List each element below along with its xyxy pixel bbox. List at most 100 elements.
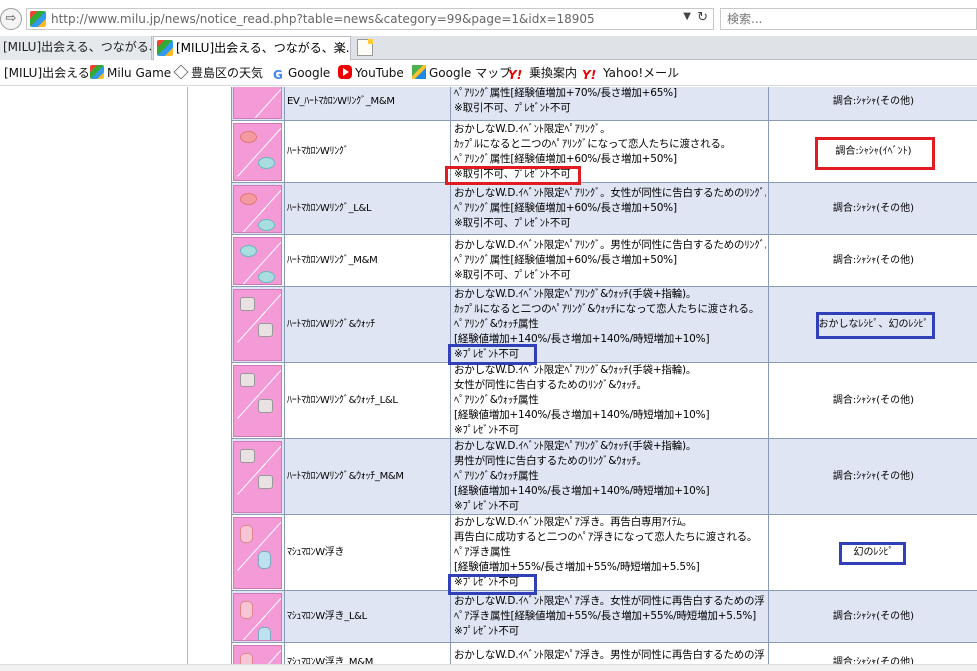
description-line: ※ﾌﾟﾚｾﾞﾝﾄ不可 [454,576,519,588]
tab-2-label: [MILU]出会える、つながる、楽... [176,41,351,55]
item-name: EV_ﾊｰﾄﾏｶﾛﾝWﾘﾝｸﾞ_M&M [284,87,451,121]
item-thumbnail-cell [231,438,285,515]
item-name: ﾊｰﾄﾏｶﾛﾝWﾘﾝｸﾞ&ｳｫｯﾁ_M&M [284,438,451,515]
horizontal-scrollbar[interactable] [0,664,977,671]
tab-1-label: [MILU]出会える、つながる、楽しめ... [3,40,151,54]
fav-yahoo-mail[interactable]: Y! Yahoo!メール [582,65,680,82]
tab-favicon [157,40,173,56]
search-input[interactable] [721,9,976,29]
fav-label: 乗換案内 [529,66,578,80]
url-field[interactable]: http://www.milu.jp/news/notice_read.php?… [26,8,714,30]
description-line: ﾍﾟｱﾘﾝｸﾞ&ｳｫｯﾁ属性 [454,318,539,330]
item-thumbnail-image [233,184,282,233]
description-line: ※取引不可、ﾌﾟﾚｾﾞﾝﾄ不可 [454,217,571,229]
fav-google[interactable]: G Google [273,65,330,82]
fav-label: [MILU]出会える [4,66,90,80]
item-thumbnail-image [233,592,282,641]
description-line: [経験値増加+140%/長さ増加+140%/時短増加+10%] [454,485,710,497]
item-name: ﾏｼｭﾏﾛﾝW浮き_L&L [284,590,451,643]
tab-2-active[interactable]: [MILU]出会える、つながる、楽... ✕ [153,36,351,60]
item-name: ﾏｼｭﾏﾛﾝW浮き [284,514,451,591]
description-line: おかしなW.D.ｲﾍﾞﾝﾄ限定ﾍﾟｱﾘﾝｸﾞ&ｳｫｯﾁ(手袋+指輪)。 [454,364,697,376]
description-line: ﾍﾟｱﾘﾝｸﾞ属性[経験値増加+70%/長さ増加+65%] [454,87,677,99]
page-viewport: EV_ﾊｰﾄﾏｶﾛﾝWﾘﾝｸﾞ_M&M ﾍﾟｱﾘﾝｸﾞ属性[経験値増加+70%/長… [0,87,977,671]
address-bar-row: ⇨ http://www.milu.jp/news/notice_read.ph… [0,0,977,36]
item-thumbnail-image [233,516,282,589]
description-line: ﾍﾟｱ浮き属性[経験値増加+55%/長さ増加+55%/時短増加+5.5%] [454,610,757,622]
item-description: おかしなW.D.ｲﾍﾞﾝﾄ限定ﾍﾟｱﾘﾝｸﾞ。女性が同性に告白するためのﾘﾝｸﾞ… [450,182,769,235]
description-line: おかしなW.D.ｲﾍﾞﾝﾄ限定ﾍﾟｱﾘﾝｸﾞ&ｳｫｯﾁ(手袋+指輪)。 [454,440,697,452]
table-row: ﾊｰﾄﾏｶﾛﾝWﾘﾝｸﾞ_L&L おかしなW.D.ｲﾍﾞﾝﾄ限定ﾍﾟｱﾘﾝｸﾞ。女… [231,182,977,235]
table-row: EV_ﾊｰﾄﾏｶﾛﾝWﾘﾝｸﾞ_M&M ﾍﾟｱﾘﾝｸﾞ属性[経験値増加+70%/長… [231,87,977,121]
item-name: ﾊｰﾄﾏｶﾛﾝWﾘﾝｸﾞ [284,120,451,183]
item-thumbnail-cell [231,120,285,183]
url-text: http://www.milu.jp/news/notice_read.php?… [51,12,595,26]
back-arrow-icon[interactable]: ⇨ [0,8,22,30]
item-thumbnail-image [233,87,282,119]
close-tab-icon[interactable]: ✕ [335,37,345,59]
fav-label: Milu Game [107,66,172,80]
item-thumbnail-cell [231,87,285,121]
reload-icon[interactable]: ↻ [697,10,708,25]
description-line: おかしなW.D.ｲﾍﾞﾝﾄ限定ﾍﾟｱﾘﾝｸﾞ&ｳｫｯﾁ(手袋+指輪)。 [454,288,697,300]
item-name: ﾊｰﾄﾏｶﾛﾝWﾘﾝｸﾞ_M&M [284,234,451,287]
yahoo-icon: Y! [508,68,523,82]
table-row: ﾊｰﾄﾏｶﾛﾝWﾘﾝｸﾞ おかしなW.D.ｲﾍﾞﾝﾄ限定ﾍﾟｱﾘﾝｸﾞ。 ｶｯﾌﾟﾙ… [231,120,977,183]
new-tab-icon[interactable] [357,39,373,56]
description-line: おかしなW.D.ｲﾍﾞﾝﾄ限定ﾍﾟｱ浮き。女性が同性に再告白するための浮き。 [454,595,766,607]
fav-milu[interactable]: [MILU]出会える [4,65,90,81]
youtube-icon [338,65,352,79]
search-field[interactable] [720,8,977,30]
item-thumbnail-cell [231,362,285,439]
item-description: おかしなW.D.ｲﾍﾞﾝﾄ限定ﾍﾟｱ浮き。女性が同性に再告白するための浮き。 ﾍﾟ… [450,590,769,643]
fav-label: Yahoo!メール [603,66,680,80]
tab-1[interactable]: [MILU]出会える、つながる、楽しめ... [0,36,152,60]
url-dropdown-icon[interactable]: ▼ [683,11,691,22]
description-line: ※取引不可、ﾌﾟﾚｾﾞﾝﾄ不可 [454,167,571,180]
description-line: ※取引不可、ﾌﾟﾚｾﾞﾝﾄ不可 [454,102,571,114]
item-source: おかしなﾚｼﾋﾟ、幻のﾚｼﾋﾟ [768,286,977,363]
description-line: おかしなW.D.ｲﾍﾞﾝﾄ限定ﾍﾟｱﾘﾝｸﾞ。男性が同性に告白するためのﾘﾝｸﾞ… [454,239,766,251]
description-line: おかしなW.D.ｲﾍﾞﾝﾄ限定ﾍﾟｱﾘﾝｸﾞ。 [454,122,611,135]
table-row: ﾊｰﾄﾏｶﾛﾝWﾘﾝｸﾞ&ｳｫｯﾁ_M&M おかしなW.D.ｲﾍﾞﾝﾄ限定ﾍﾟｱﾘ… [231,438,977,515]
item-source: 調合:ｼｬｼｬ(その他) [768,234,977,287]
table-row: ﾊｰﾄﾏｶﾛﾝWﾘﾝｸﾞ&ｳｫｯﾁ_L&L おかしなW.D.ｲﾍﾞﾝﾄ限定ﾍﾟｱﾘ… [231,362,977,439]
fav-transit[interactable]: Y! 乗換案内 [508,65,578,82]
item-thumbnail-image [233,440,282,513]
item-description: おかしなW.D.ｲﾍﾞﾝﾄ限定ﾍﾟｱﾘﾝｸﾞ&ｳｫｯﾁ(手袋+指輪)。 女性が同性… [450,362,769,439]
description-line: ﾍﾟｱﾘﾝｸﾞ属性[経験値増加+60%/長さ増加+50%] [454,152,677,165]
table-row: ﾊｰﾄﾏｶﾛﾝWﾘﾝｸﾞ&ｳｫｯﾁ おかしなW.D.ｲﾍﾞﾝﾄ限定ﾍﾟｱﾘﾝｸﾞ&… [231,286,977,363]
description-line: ﾍﾟｱ浮き属性 [454,546,511,558]
item-source: 幻のﾚｼﾋﾟ [768,514,977,591]
item-table-body: EV_ﾊｰﾄﾏｶﾛﾝWﾘﾝｸﾞ_M&M ﾍﾟｱﾘﾝｸﾞ属性[経験値増加+70%/長… [231,87,977,671]
item-thumbnail-cell [231,590,285,643]
description-line: ※取引不可、ﾌﾟﾚｾﾞﾝﾄ不可 [454,269,571,281]
table-row: ﾏｼｭﾏﾛﾝW浮き おかしなW.D.ｲﾍﾞﾝﾄ限定ﾍﾟｱ浮き。再告白専用ｱｲﾃﾑ。… [231,514,977,591]
description-line: 男性が同性に告白するためのﾘﾝｸﾞ&ｳｫｯﾁ。 [454,455,647,467]
description-line: おかしなW.D.ｲﾍﾞﾝﾄ限定ﾍﾟｱ浮き。男性が同性に再告白するための浮き。 [454,648,766,661]
fav-label: Google マップ [429,66,512,80]
fav-milu-game[interactable]: Milu Game [90,65,171,81]
description-line: [経験値増加+140%/長さ増加+140%/時短増加+10%] [454,333,710,345]
item-source: 調合:ｼｬｼｬ(その他) [768,362,977,439]
item-source: 調合:ｼｬｼｬ(その他) [768,87,977,121]
google-icon: G [273,68,283,82]
fav-label: YouTube [355,66,404,80]
url-path: /news/notice_read.php?table=news&categor… [160,12,595,26]
item-thumbnail-image [233,122,282,181]
tab-bar: [MILU]出会える、つながる、楽しめ... [MILU]出会える、つながる、楽… [0,36,977,60]
item-description: ﾍﾟｱﾘﾝｸﾞ属性[経験値増加+70%/長さ増加+65%] ※取引不可、ﾌﾟﾚｾﾞ… [450,87,769,121]
item-description: おかしなW.D.ｲﾍﾞﾝﾄ限定ﾍﾟｱ浮き。再告白専用ｱｲﾃﾑ。 再告白に成功すると… [450,514,769,591]
fav-weather[interactable]: 豊島区の天気 [173,64,264,81]
cube-icon [173,64,189,80]
description-line: おかしなW.D.ｲﾍﾞﾝﾄ限定ﾍﾟｱ浮き。再告白専用ｱｲﾃﾑ。 [454,516,693,528]
site-favicon [30,11,46,27]
fav-google-maps[interactable]: Google マップ [412,65,511,81]
item-source: 調合:ｼｬｼｬ(その他) [768,590,977,643]
item-name: ﾊｰﾄﾏｶﾛﾝWﾘﾝｸﾞ&ｳｫｯﾁ [284,286,451,363]
item-thumbnail-cell [231,182,285,235]
fav-youtube[interactable]: YouTube [338,65,404,81]
description-line: [経験値増加+140%/長さ増加+140%/時短増加+10%] [454,409,710,421]
fav-label: 豊島区の天気 [191,66,264,80]
item-source: 調合:ｼｬｼｬ(ｲﾍﾞﾝﾄ) [768,120,977,183]
